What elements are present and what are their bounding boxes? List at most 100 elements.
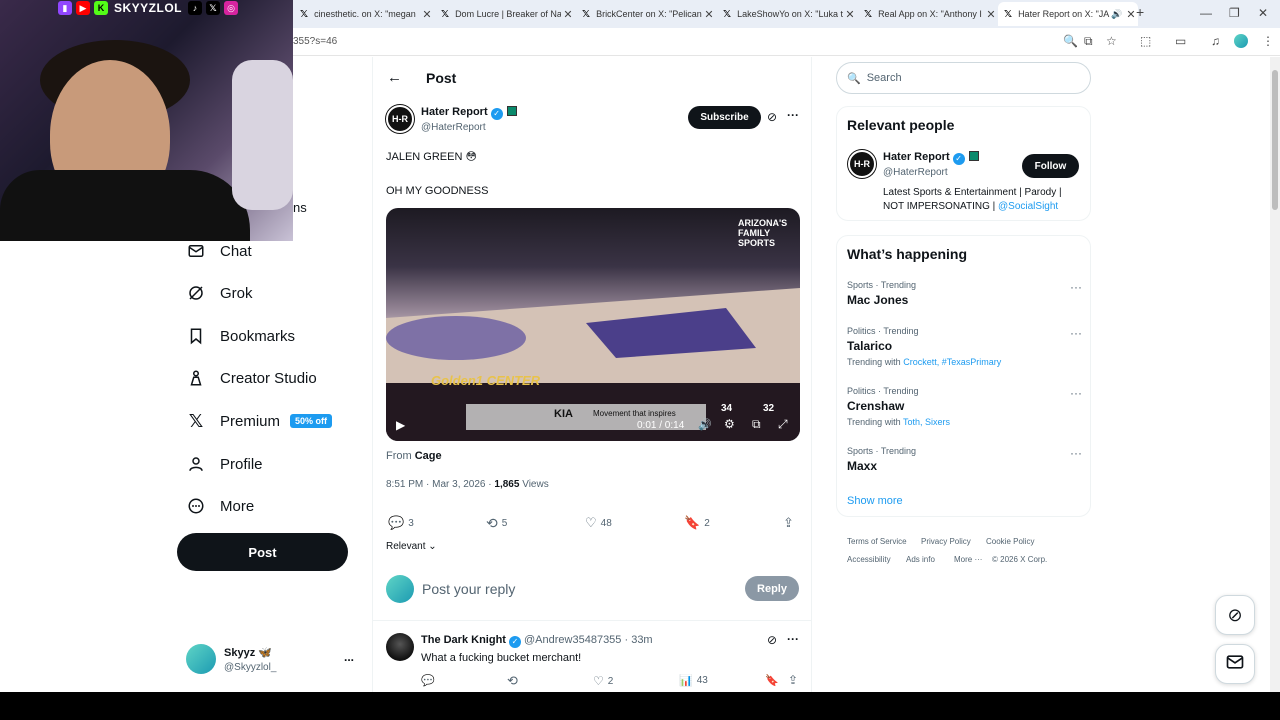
footer-more-link[interactable]: More ···: [954, 555, 982, 564]
rp-name-row[interactable]: Hater Report ✓: [883, 151, 979, 165]
page-title: Post: [426, 70, 457, 86]
author-name[interactable]: The Dark Knight: [421, 634, 506, 646]
back-arrow-icon[interactable]: ←: [387, 69, 402, 86]
footer-link[interactable]: Accessibility: [847, 555, 891, 564]
close-icon[interactable]: ✕: [843, 8, 857, 21]
sidebar-item-profile[interactable]: Profile: [186, 449, 263, 479]
sidebar-item-creator-studio[interactable]: Creator Studio: [186, 363, 317, 393]
avatar[interactable]: H-R: [848, 150, 876, 178]
author-avatar[interactable]: H-R: [386, 105, 414, 133]
reply-button[interactable]: Reply: [745, 576, 799, 601]
sidebar-item-premium[interactable]: 𝕏 Premium 50% off: [186, 406, 333, 436]
new-tab-button[interactable]: +: [1136, 4, 1144, 20]
reply-author-row[interactable]: The Dark Knight ✓ @Andrew35487355 · 33m: [421, 634, 653, 648]
reply-input[interactable]: Post your reply: [422, 581, 515, 597]
video-player[interactable]: ARIZONA'S FAMILY SPORTS Golden1 CENTER K…: [386, 208, 800, 441]
person-name[interactable]: Hater Report: [883, 151, 950, 163]
person-handle[interactable]: @HaterReport: [883, 167, 948, 178]
more-dots-icon[interactable]: ···: [1070, 326, 1082, 340]
post-button[interactable]: Post: [177, 533, 348, 571]
grok-icon: [186, 283, 206, 303]
grok-icon[interactable]: ⊘: [767, 633, 777, 647]
bio-link[interactable]: @SocialSight: [998, 201, 1058, 212]
grok-icon[interactable]: ⊘: [767, 110, 777, 124]
zoom-icon[interactable]: 🔍: [1063, 34, 1078, 48]
grok-floating-button[interactable]: ⊘: [1215, 595, 1255, 635]
sidebar-item-more[interactable]: More: [186, 491, 254, 521]
more-dots-icon[interactable]: ···: [1070, 446, 1082, 460]
speaker-icon[interactable]: 🔊: [1110, 9, 1124, 20]
like-action[interactable]: ♡ 48: [585, 515, 612, 531]
close-icon[interactable]: ✕: [702, 8, 716, 21]
browser-tab[interactable]: 𝕏cinesthetic. on X: "megan ✕: [294, 2, 434, 26]
scrollbar-thumb[interactable]: [1272, 70, 1278, 210]
trend-item[interactable]: Sports · Trending Maxx ···: [847, 446, 1082, 473]
url-text[interactable]: 355?s=46: [293, 36, 337, 47]
close-icon[interactable]: ✕: [984, 8, 998, 21]
trend-context-links[interactable]: Crockett, #TexasPrimary: [903, 357, 1001, 367]
follow-button[interactable]: Follow: [1022, 154, 1079, 178]
footer-link[interactable]: Ads info: [906, 555, 935, 564]
more-dots-icon[interactable]: ···: [787, 632, 799, 646]
messages-floating-button[interactable]: [1215, 644, 1255, 684]
author-name-row[interactable]: Hater Report ✓: [421, 106, 517, 120]
share-action[interactable]: ⇪: [783, 515, 794, 531]
sort-dropdown[interactable]: Relevant ⌄: [386, 541, 437, 552]
sidebar-item-grok[interactable]: Grok: [186, 278, 253, 308]
reply-action[interactable]: 💬: [421, 674, 435, 687]
like-action[interactable]: ♡ 2: [593, 674, 613, 688]
play-icon[interactable]: ▶: [396, 418, 405, 432]
pip-icon[interactable]: ⧉: [752, 417, 761, 432]
trend-item[interactable]: Politics · Trending Talarico Trending wi…: [847, 326, 1082, 367]
maximize-button[interactable]: ❐: [1229, 6, 1240, 20]
repost-action[interactable]: ⟲: [507, 673, 518, 689]
sidebar-item-bookmarks[interactable]: Bookmarks: [186, 321, 295, 351]
profile-avatar-icon[interactable]: [1234, 34, 1248, 48]
settings-gear-icon[interactable]: ⚙: [724, 417, 735, 431]
bookmark-action[interactable]: 🔖: [765, 674, 779, 687]
more-dots-icon[interactable]: ···: [1070, 280, 1082, 294]
more-dots-icon[interactable]: ···: [1070, 386, 1082, 400]
author-name[interactable]: Hater Report: [421, 106, 488, 118]
browser-tab[interactable]: 𝕏 Real App on X: "Anthony I ✕: [858, 2, 998, 26]
menu-kebab-icon[interactable]: ⋮: [1262, 34, 1274, 48]
sidebar-icon[interactable]: ▭: [1175, 34, 1186, 48]
window-close-button[interactable]: ✕: [1258, 6, 1268, 20]
trend-item[interactable]: Sports · Trending Mac Jones ···: [847, 280, 1082, 307]
more-dots-icon[interactable]: ···: [787, 108, 799, 122]
footer-link[interactable]: Cookie Policy: [986, 537, 1034, 546]
close-icon[interactable]: ✕: [561, 8, 575, 21]
star-icon[interactable]: ☆: [1106, 34, 1117, 48]
extensions-icon[interactable]: ⬚: [1140, 34, 1151, 48]
bookmark-action[interactable]: 🔖 2: [684, 515, 710, 531]
browser-tab[interactable]: 𝕏 Dom Lucre | Breaker of Na ✕: [435, 2, 575, 26]
avatar[interactable]: [386, 633, 414, 661]
repost-action[interactable]: ⟲ 5: [486, 515, 507, 532]
share-action[interactable]: ⇪: [788, 673, 798, 687]
browser-tab-active[interactable]: 𝕏 Hater Report on X: "JA 🔊 ✕: [998, 2, 1138, 26]
author-handle[interactable]: @HaterReport: [421, 122, 486, 133]
subscribe-button[interactable]: Subscribe: [688, 106, 761, 129]
trend-item[interactable]: Politics · Trending Crenshaw Trending wi…: [847, 386, 1082, 427]
search-input[interactable]: 🔍 Search: [836, 62, 1091, 94]
post-timestamp[interactable]: 8:51 PM · Mar 3, 2026 ·: [386, 479, 494, 490]
fullscreen-icon[interactable]: ⤢: [778, 417, 788, 432]
author-handle[interactable]: @Andrew35487355 · 33m: [524, 634, 653, 646]
media-icon[interactable]: ♫: [1211, 34, 1220, 48]
account-switcher[interactable]: Skyyz 🦋 @Skyyzlol_ ...: [186, 644, 366, 680]
footer-link[interactable]: Terms of Service: [847, 537, 907, 546]
reply-action[interactable]: 💬 3: [388, 515, 414, 531]
volume-icon[interactable]: 🔊: [698, 418, 712, 431]
views-action[interactable]: 📊 43: [679, 674, 708, 687]
minimize-button[interactable]: —: [1200, 6, 1212, 20]
more-dots-icon[interactable]: ...: [344, 650, 354, 664]
footer-link[interactable]: Privacy Policy: [921, 537, 971, 546]
source-name[interactable]: Cage: [415, 450, 442, 462]
show-more-link[interactable]: Show more: [847, 495, 903, 507]
bookmark-count: 2: [704, 517, 710, 529]
browser-tab[interactable]: 𝕏 BrickCenter on X: "Pelican ✕: [576, 2, 716, 26]
browser-tab[interactable]: 𝕏 LakeShowYo on X: "Luka t ✕: [717, 2, 857, 26]
close-icon[interactable]: ✕: [420, 8, 434, 21]
trend-context-links[interactable]: Toth, Sixers: [903, 417, 950, 427]
open-in-app-icon[interactable]: ⧉: [1084, 34, 1093, 49]
